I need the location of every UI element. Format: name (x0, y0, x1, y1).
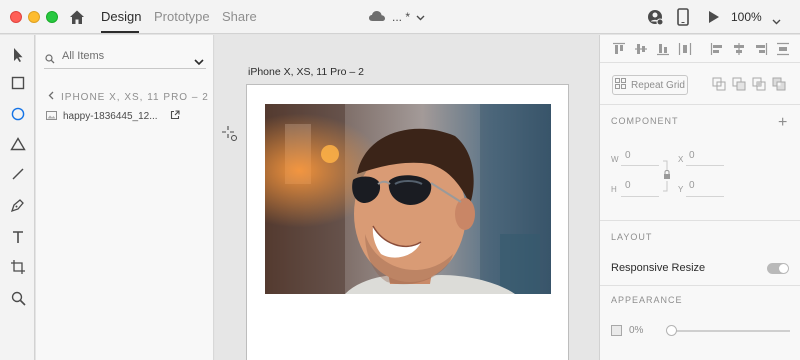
height-underline (621, 196, 659, 197)
search-icon (45, 51, 55, 69)
ellipse-tool-icon[interactable] (8, 104, 28, 124)
align-left-icon[interactable] (710, 42, 724, 56)
artboard[interactable] (246, 84, 569, 360)
image-layer-icon (46, 110, 57, 123)
x-field[interactable]: 0 (689, 150, 695, 161)
rectangle-tool-icon[interactable] (8, 73, 28, 93)
minimize-window-button[interactable] (28, 11, 40, 23)
filter-chevron-down-icon[interactable] (194, 53, 204, 71)
distribute-horizontal-icon[interactable] (776, 42, 790, 56)
zoom-chevron-down-icon[interactable] (772, 12, 781, 30)
cloud-icon (368, 9, 386, 26)
responsive-resize-label: Responsive Resize (611, 262, 706, 274)
crosshair-cursor-icon (221, 125, 239, 148)
opacity-value[interactable]: 0% (629, 325, 643, 336)
zoom-level[interactable]: 100% (731, 10, 762, 24)
boolean-intersect-icon[interactable] (752, 77, 766, 91)
add-component-plus-icon[interactable]: + (778, 114, 787, 132)
width-label: W (611, 155, 619, 164)
text-tool-icon[interactable] (8, 227, 28, 247)
tab-share[interactable]: Share (222, 9, 257, 24)
boolean-subtract-icon[interactable] (732, 77, 746, 91)
repeat-grid-button[interactable]: Repeat Grid (612, 75, 688, 95)
align-right-icon[interactable] (754, 42, 768, 56)
home-icon[interactable] (68, 8, 86, 26)
mobile-preview-icon[interactable] (677, 8, 689, 26)
chevron-down-icon (416, 10, 425, 24)
layers-search-input[interactable]: All Items (44, 45, 206, 69)
opacity-slider-handle[interactable] (666, 325, 677, 336)
alignment-toolbar (600, 35, 800, 63)
boolean-exclude-icon[interactable] (772, 77, 786, 91)
opacity-slider-track[interactable] (670, 330, 790, 332)
opacity-icon (611, 325, 622, 336)
artboard-title[interactable]: iPhone X, XS, 11 Pro – 2 (248, 66, 364, 78)
close-window-button[interactable] (10, 11, 22, 23)
search-placeholder: All Items (62, 50, 105, 62)
select-tool-icon[interactable] (8, 45, 28, 65)
artboard-tool-icon[interactable] (8, 257, 28, 277)
repeat-grid-label: Repeat Grid (631, 79, 685, 91)
y-field[interactable]: 0 (689, 180, 695, 191)
height-field[interactable]: 0 (625, 180, 631, 191)
tab-design[interactable]: Design (101, 9, 141, 24)
play-icon[interactable] (707, 8, 721, 26)
y-label: Y (678, 185, 684, 194)
y-underline (686, 196, 724, 197)
component-section-title: COMPONENT (611, 116, 679, 126)
lock-aspect-icon[interactable] (663, 157, 671, 202)
divider (600, 104, 800, 105)
layers-panel: All Items IPHONE X, XS, 11 PRO – 2 happy… (36, 35, 214, 360)
divider (600, 285, 800, 286)
responsive-resize-toggle[interactable] (767, 263, 789, 274)
boolean-add-icon[interactable] (712, 77, 726, 91)
align-center-icon[interactable] (732, 42, 746, 56)
align-bottom-icon[interactable] (656, 42, 670, 56)
maximize-window-button[interactable] (46, 11, 58, 23)
align-middle-icon[interactable] (634, 42, 648, 56)
width-field[interactable]: 0 (625, 150, 631, 161)
height-label: H (611, 185, 617, 194)
document-title-menu[interactable]: ... * (368, 8, 425, 26)
properties-panel: Repeat Grid COMPONENT + W 0 X 0 H 0 Y 0 … (599, 35, 800, 360)
x-underline (686, 165, 724, 166)
layer-item-image[interactable]: happy-1836445_12... (46, 110, 180, 123)
tab-prototype[interactable]: Prototype (154, 9, 210, 24)
layer-item-label: happy-1836445_12... (63, 111, 158, 122)
distribute-vertical-icon[interactable] (678, 42, 692, 56)
repeat-grid-icon (615, 78, 627, 92)
align-top-icon[interactable] (612, 42, 626, 56)
appearance-section-title: APPEARANCE (611, 295, 683, 305)
chevron-left-icon (48, 91, 54, 103)
active-tab-indicator (101, 31, 139, 33)
divider (600, 220, 800, 221)
artboard-layer-name: IPHONE X, XS, 11 PRO – 2 (61, 91, 209, 103)
photo-image[interactable] (265, 104, 551, 294)
tools-toolbar (0, 35, 35, 360)
external-link-icon[interactable] (170, 110, 180, 123)
zoom-tool-icon[interactable] (8, 288, 28, 308)
line-tool-icon[interactable] (8, 164, 28, 184)
design-canvas[interactable]: iPhone X, XS, 11 Pro – 2 (215, 35, 599, 360)
polygon-tool-icon[interactable] (8, 134, 28, 154)
title-bar: Design Prototype Share ... * 100% (0, 0, 800, 34)
x-label: X (678, 155, 684, 164)
pen-tool-icon[interactable] (8, 195, 28, 215)
width-underline (621, 165, 659, 166)
layers-back-artboard[interactable]: IPHONE X, XS, 11 PRO – 2 (48, 91, 209, 103)
document-title: ... * (392, 10, 411, 24)
user-icon[interactable] (647, 8, 664, 26)
layout-section-title: LAYOUT (611, 232, 653, 242)
